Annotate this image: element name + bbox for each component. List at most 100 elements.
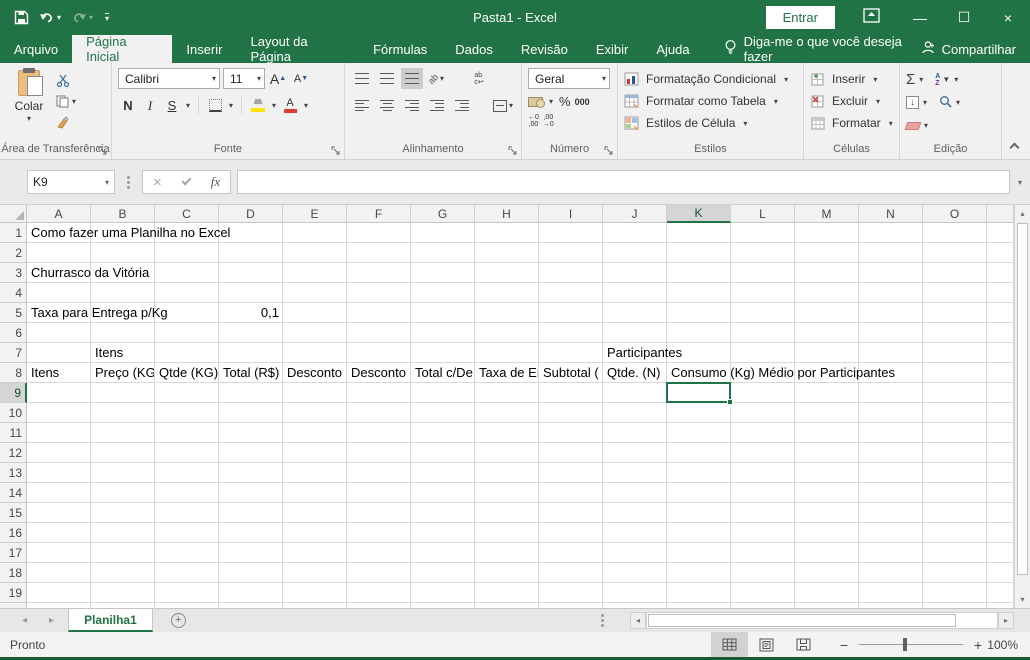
cell-J12[interactable] — [603, 443, 667, 463]
cell-M6[interactable] — [795, 323, 859, 343]
page-break-preview-button[interactable] — [785, 632, 822, 657]
cell-J16[interactable] — [603, 523, 667, 543]
cell-G7[interactable] — [411, 343, 475, 363]
cell-H18[interactable] — [475, 563, 539, 583]
cell-E18[interactable] — [283, 563, 347, 583]
cell-M2[interactable] — [795, 243, 859, 263]
cell-L5[interactable] — [731, 303, 795, 323]
font-color-dropdown-icon[interactable]: ▾ — [302, 101, 310, 110]
cell-J6[interactable] — [603, 323, 667, 343]
save-icon[interactable] — [10, 8, 33, 27]
cell-C9[interactable] — [155, 383, 219, 403]
cell-G6[interactable] — [411, 323, 475, 343]
format-as-table-button[interactable]: Formatar como Tabela ▾ — [624, 90, 797, 112]
merge-center-button[interactable]: ▾ — [493, 95, 515, 116]
cell-O4[interactable] — [923, 283, 987, 303]
cell-J9[interactable] — [603, 383, 667, 403]
cell-G3[interactable] — [411, 263, 475, 283]
row-header-14[interactable]: 14 — [0, 483, 27, 503]
close-button[interactable]: × — [986, 0, 1030, 35]
cell-J1[interactable] — [603, 223, 667, 243]
cell-F4[interactable] — [347, 283, 411, 303]
cell-F1[interactable] — [347, 223, 411, 243]
cell-G1[interactable] — [411, 223, 475, 243]
cell-L18[interactable] — [731, 563, 795, 583]
cell-G5[interactable] — [411, 303, 475, 323]
column-header-E[interactable]: E — [283, 205, 347, 223]
cell-J13[interactable] — [603, 463, 667, 483]
cell-A7[interactable] — [27, 343, 91, 363]
align-right-button[interactable] — [401, 95, 423, 116]
cell-N7[interactable] — [859, 343, 923, 363]
cell-L10[interactable] — [731, 403, 795, 423]
cell-L11[interactable] — [731, 423, 795, 443]
cell-O12[interactable] — [923, 443, 987, 463]
find-select-button[interactable]: ▾ — [939, 95, 962, 110]
cell-D19[interactable] — [219, 583, 283, 603]
cell-A1[interactable]: Como fazer uma Planilha no Excel — [27, 223, 230, 243]
cell-L7[interactable] — [731, 343, 795, 363]
cell-D14[interactable] — [219, 483, 283, 503]
font-name-combo[interactable]: Calibri ▾ — [118, 68, 220, 89]
cell-H1[interactable] — [475, 223, 539, 243]
cell-I7[interactable] — [539, 343, 603, 363]
alignment-dialog-launcher-icon[interactable] — [508, 146, 518, 156]
column-header-K[interactable]: K — [667, 205, 731, 223]
cell-B9[interactable] — [91, 383, 155, 403]
cell-J15[interactable] — [603, 503, 667, 523]
cell-B2[interactable] — [91, 243, 155, 263]
format-cells-button[interactable]: Formatar ▾ — [810, 112, 893, 134]
cell-G4[interactable] — [411, 283, 475, 303]
cell-C10[interactable] — [155, 403, 219, 423]
cell-I10[interactable] — [539, 403, 603, 423]
cell-F8[interactable]: Desconto — [347, 363, 411, 383]
cell-K9[interactable] — [667, 383, 731, 403]
vertical-scrollbar[interactable]: ▴ ▾ — [1014, 205, 1030, 608]
cell-B10[interactable] — [91, 403, 155, 423]
number-format-combo[interactable]: Geral ▾ — [528, 68, 610, 89]
cell-N6[interactable] — [859, 323, 923, 343]
cell-E9[interactable] — [283, 383, 347, 403]
copy-dropdown-icon[interactable]: ▾ — [72, 97, 76, 106]
cell-D5[interactable]: 0,1 — [219, 303, 283, 323]
cell-K1[interactable] — [667, 223, 731, 243]
format-painter-button[interactable] — [56, 113, 76, 131]
cell-B19[interactable] — [91, 583, 155, 603]
column-header-J[interactable]: J — [603, 205, 667, 223]
sheet-prev-icon[interactable]: ◂ — [22, 615, 27, 626]
column-header-C[interactable]: C — [155, 205, 219, 223]
cell-H7[interactable] — [475, 343, 539, 363]
font-color-button[interactable]: A — [280, 95, 300, 116]
font-size-dropdown-icon[interactable]: ▾ — [253, 74, 261, 83]
cell-O16[interactable] — [923, 523, 987, 543]
cell-M13[interactable] — [795, 463, 859, 483]
cell-C15[interactable] — [155, 503, 219, 523]
cell-I4[interactable] — [539, 283, 603, 303]
column-header-I[interactable]: I — [539, 205, 603, 223]
cell-N13[interactable] — [859, 463, 923, 483]
cell-C16[interactable] — [155, 523, 219, 543]
cell-J8[interactable]: Qtde. (N) — [603, 363, 667, 383]
cell-M1[interactable] — [795, 223, 859, 243]
select-all-corner[interactable] — [0, 205, 27, 223]
cell-F14[interactable] — [347, 483, 411, 503]
cell-F16[interactable] — [347, 523, 411, 543]
cell-M18[interactable] — [795, 563, 859, 583]
cell-I19[interactable] — [539, 583, 603, 603]
row-header-13[interactable]: 13 — [0, 463, 27, 483]
cell-E4[interactable] — [283, 283, 347, 303]
cell-D4[interactable] — [219, 283, 283, 303]
cell-D18[interactable] — [219, 563, 283, 583]
cell-A10[interactable] — [27, 403, 91, 423]
cell-D11[interactable] — [219, 423, 283, 443]
cell-K15[interactable] — [667, 503, 731, 523]
cell-J17[interactable] — [603, 543, 667, 563]
cell-F5[interactable] — [347, 303, 411, 323]
cell-L1[interactable] — [731, 223, 795, 243]
cell-B8[interactable]: Preço (KG — [91, 363, 155, 383]
cell-D16[interactable] — [219, 523, 283, 543]
cell-K19[interactable] — [667, 583, 731, 603]
column-header-B[interactable]: B — [91, 205, 155, 223]
cell-N15[interactable] — [859, 503, 923, 523]
decrease-indent-button[interactable] — [426, 95, 448, 116]
